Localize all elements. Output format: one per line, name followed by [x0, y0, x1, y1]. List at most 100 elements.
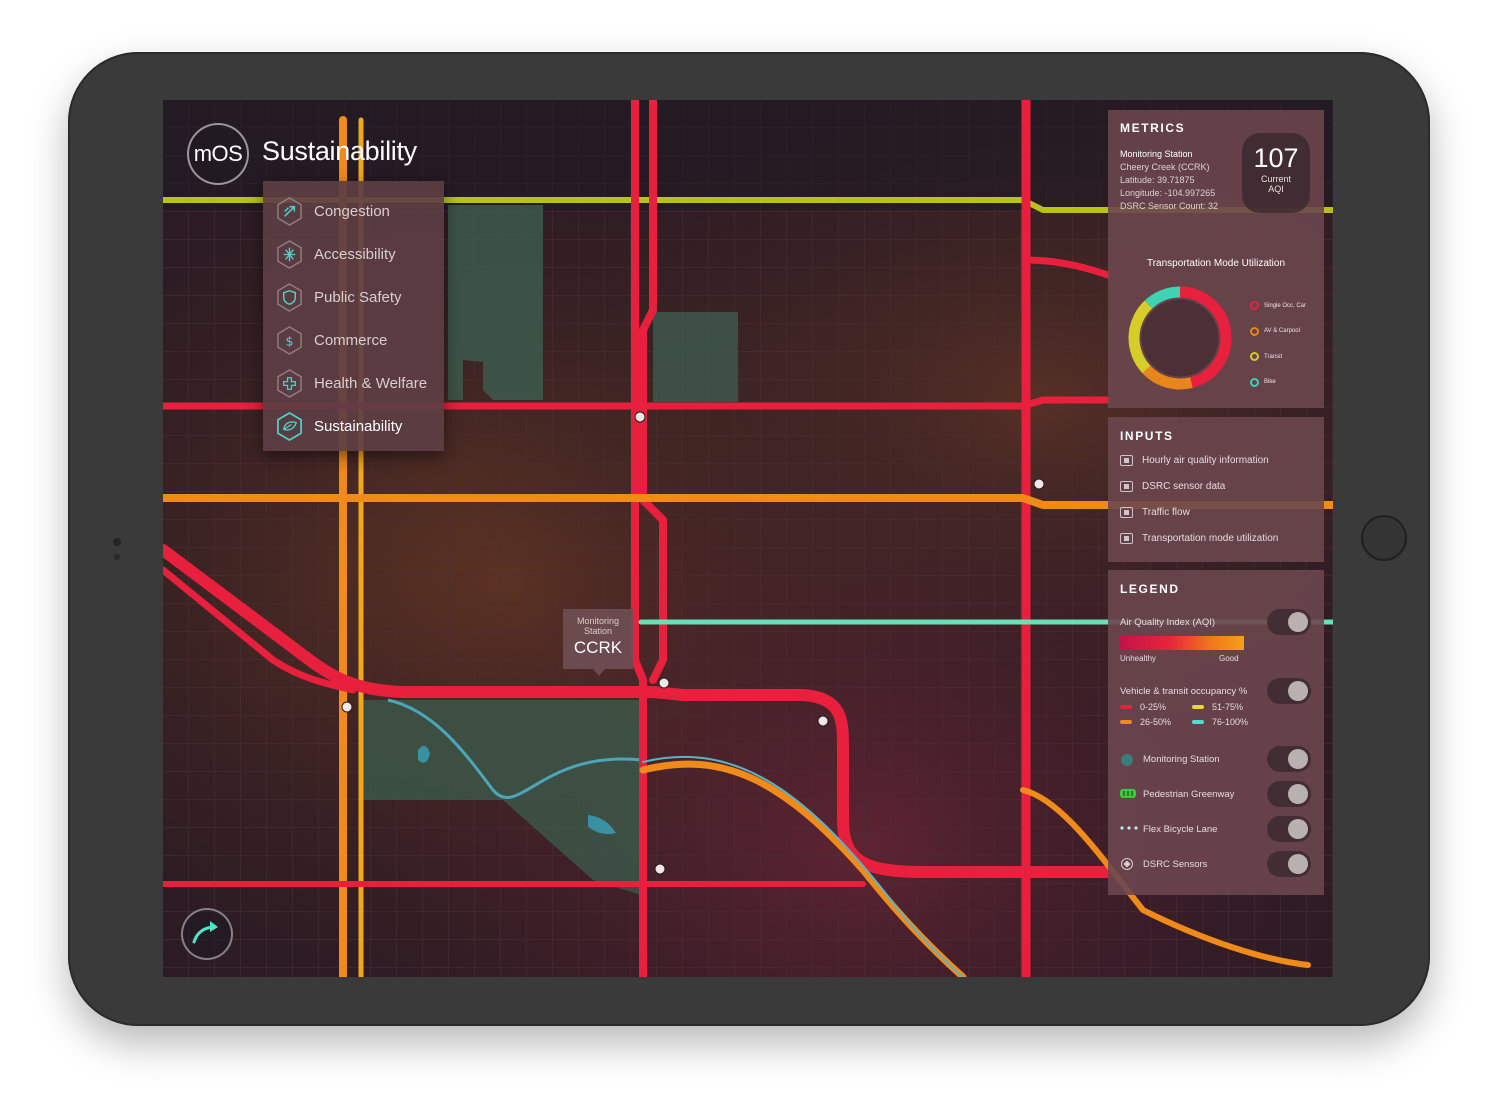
navigate-button[interactable]: [181, 908, 233, 960]
dsrc-sensor: [1033, 478, 1045, 490]
aqi-value: 107: [1253, 143, 1299, 173]
menu-item-sustainability[interactable]: Sustainability: [263, 405, 444, 448]
occupancy-label: 26-50%: [1140, 717, 1172, 727]
dollar-icon: $: [277, 326, 302, 355]
chart-legend-item: Single Occ. Car: [1250, 293, 1306, 319]
mos-logo[interactable]: mOS: [187, 123, 249, 185]
station-latitude: Latitude: 39.71875: [1120, 175, 1195, 185]
sensor-grid-icon: [1120, 481, 1133, 492]
pedestrian-greenway-toggle[interactable]: [1267, 781, 1311, 807]
callout-line2: Station: [583, 626, 613, 636]
menu-item-public-safety[interactable]: Public Safety: [263, 276, 444, 319]
chart-legend-swatch: [1250, 326, 1259, 336]
occupancy-item: 76-100%: [1192, 717, 1248, 727]
chart-legend-swatch: [1250, 301, 1259, 311]
menu-label: Accessibility: [314, 246, 396, 263]
menu-label: Sustainability: [314, 418, 403, 435]
congestion-icon: [277, 197, 302, 226]
menu-item-health-welfare[interactable]: Health & Welfare: [263, 362, 444, 405]
app-screen: mOS Sustainability Congestion Accessibil…: [163, 100, 1333, 977]
sensor-grid-icon: [1120, 533, 1133, 544]
inputs-title: INPUTS: [1120, 429, 1174, 443]
chart-legend-item: Bike: [1250, 370, 1306, 396]
toggle-knob: [1288, 749, 1308, 769]
aqi-legend-label: Air Quality Index (AQI): [1120, 617, 1216, 628]
input-item: DSRC sensor data: [1120, 481, 1225, 492]
station-dot-icon: [1121, 754, 1133, 766]
dsrc-sensor: [634, 411, 646, 423]
station-heading: Monitoring Station: [1120, 149, 1193, 159]
metrics-title: METRICS: [1120, 121, 1186, 135]
shield-icon: [277, 283, 302, 312]
dsrc-sensors-toggle[interactable]: [1267, 851, 1311, 877]
toggle-knob: [1288, 854, 1308, 874]
accessibility-icon: [277, 240, 302, 269]
menu-label: Health & Welfare: [314, 375, 428, 392]
toggle-knob: [1288, 681, 1308, 701]
occupancy-legend-label: Vehicle & transit occupancy %: [1120, 686, 1248, 697]
aqi-label-1: Current: [1260, 174, 1291, 184]
air-quality-icon: [1120, 455, 1133, 466]
aqi-toggle[interactable]: [1267, 609, 1311, 635]
station-name: Cheery Creek (CCRK): [1120, 162, 1210, 172]
input-item: Transportation mode utilization: [1120, 533, 1278, 544]
input-item: Hourly air quality information: [1120, 455, 1269, 466]
chart-legend-label: AV & Carpool: [1264, 328, 1300, 335]
menu-label: Public Safety: [314, 289, 402, 306]
monitoring-station-callout[interactable]: Monitoring Station CCRK: [563, 609, 633, 676]
chart-legend-swatch: [1250, 352, 1259, 362]
callout-line1: Monitoring: [576, 616, 620, 626]
input-label: DSRC sensor data: [1142, 481, 1226, 492]
station-longitude: Longitude: -104.997265: [1120, 188, 1216, 198]
dsrc-sensor: [658, 677, 670, 689]
inputs-panel: INPUTS Hourly air quality information DS…: [1108, 417, 1324, 562]
chart-legend-item: AV & Carpool: [1250, 319, 1306, 345]
legend-panel: LEGEND Air Quality Index (AQI) Unhealthy…: [1108, 570, 1324, 895]
input-item: Traffic flow: [1120, 507, 1190, 518]
metrics-panel: METRICS Monitoring Station Cheery Creek …: [1108, 110, 1324, 408]
health-cross-icon: [277, 369, 302, 398]
layer-label: Flex Bicycle Lane: [1143, 824, 1218, 835]
legend-title: LEGEND: [1120, 582, 1180, 596]
occupancy-label: 76-100%: [1212, 717, 1249, 727]
home-button[interactable]: [1361, 515, 1407, 561]
chart-legend: Single Occ. Car AV & Carpool Transit Bike: [1250, 293, 1306, 395]
occupancy-item: 26-50%: [1120, 717, 1171, 727]
toggle-knob: [1288, 819, 1308, 839]
occupancy-item: 0-25%: [1120, 702, 1166, 712]
chart-legend-item: Transit: [1250, 344, 1306, 370]
park-area-east: [653, 312, 738, 402]
occupancy-swatch: [1192, 705, 1204, 709]
flex-bicycle-lane-toggle[interactable]: [1267, 816, 1311, 842]
input-label: Transportation mode utilization: [1142, 533, 1279, 544]
occupancy-label: 0-25%: [1140, 702, 1167, 712]
input-label: Traffic flow: [1142, 507, 1190, 518]
menu-item-commerce[interactable]: $ Commerce: [263, 319, 444, 362]
category-menu: Congestion Accessibility Public Safety $…: [263, 181, 444, 451]
station-info: Monitoring Station Cheery Creek (CCRK) L…: [1120, 148, 1218, 213]
aqi-low-label: Unhealthy: [1120, 654, 1157, 663]
layer-label: Pedestrian Greenway: [1143, 789, 1235, 800]
leaf-icon: [277, 412, 302, 441]
menu-item-accessibility[interactable]: Accessibility: [263, 233, 444, 276]
chart-legend-label: Single Occ. Car: [1264, 302, 1307, 309]
chart-title: Transportation Mode Utilization: [1146, 258, 1286, 269]
dsrc-sensor: [341, 701, 353, 713]
occupancy-label: 51-75%: [1212, 702, 1244, 712]
bike-lane-icon: [1120, 826, 1138, 830]
park-area-north: [448, 205, 543, 400]
menu-item-congestion[interactable]: Congestion: [263, 190, 444, 233]
monitoring-station-toggle[interactable]: [1267, 746, 1311, 772]
occupancy-swatch: [1120, 705, 1132, 709]
occupancy-toggle[interactable]: [1267, 678, 1311, 704]
dsrc-sensor: [817, 715, 829, 727]
camera-dot: [113, 538, 121, 546]
menu-label: Commerce: [314, 332, 388, 349]
current-aqi-badge: 107 Current AQI: [1242, 133, 1310, 213]
menu-label: Congestion: [314, 203, 390, 220]
mode-utilization-donut[interactable]: [1124, 282, 1236, 394]
input-label: Hourly air quality information: [1142, 455, 1269, 466]
occupancy-swatch: [1120, 720, 1132, 724]
sensor-diamond-icon: [1121, 858, 1133, 870]
aqi-high-label: Good: [1219, 654, 1239, 663]
